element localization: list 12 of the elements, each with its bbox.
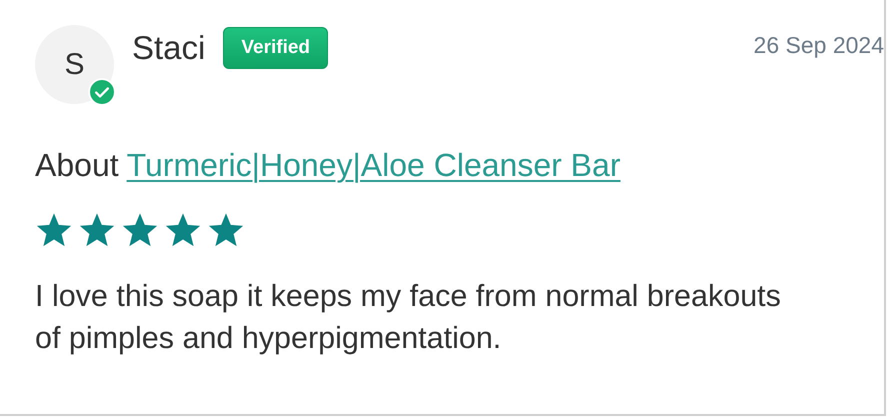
avatar-letter: S [64, 48, 84, 82]
star-icon [78, 211, 116, 249]
review-text: I love this soap it keeps my face from normal breakouts of pimples and hyperpigmentation. [35, 278, 782, 357]
verified-badge: Verified [223, 27, 328, 69]
star-icon [35, 211, 73, 249]
author-name: Staci [132, 29, 206, 67]
product-link[interactable]: Turmeric|Honey|Aloe Cleanser Bar [126, 147, 620, 184]
star-icon [207, 211, 245, 249]
review-date: 26 Sep 2024 [754, 32, 884, 59]
about-label: About [35, 147, 119, 184]
star-icon [121, 211, 159, 249]
star-icon [164, 211, 202, 249]
